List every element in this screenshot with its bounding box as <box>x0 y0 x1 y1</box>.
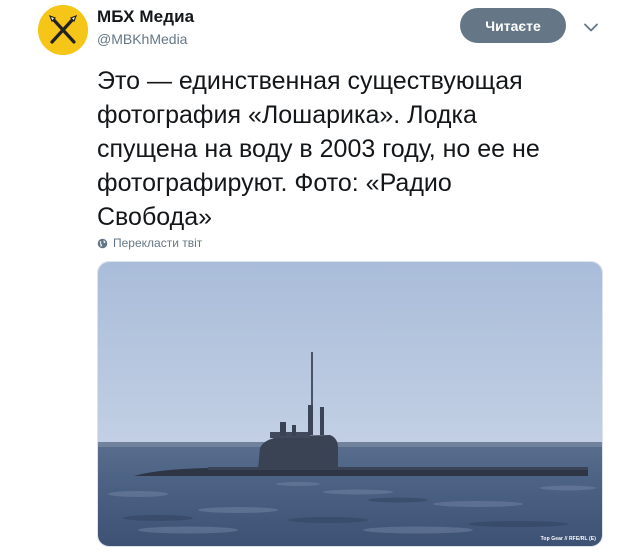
display-name[interactable]: МБХ Медиа <box>97 7 194 27</box>
account-handle[interactable]: @MBKhMedia <box>97 31 187 47</box>
tweet-photo[interactable]: Top Gear // RFE/RL (E) <box>97 261 603 547</box>
tweet-menu-button[interactable] <box>580 16 602 38</box>
translate-label: Перекласти твіт <box>113 236 203 250</box>
crossed-pens-logo <box>38 5 88 55</box>
tweet-text: Это — единственная существующая фотограф… <box>97 67 540 231</box>
chevron-down-icon <box>584 23 598 31</box>
translate-tweet-link[interactable]: Перекласти твіт <box>97 236 202 250</box>
photo-credit: Top Gear // RFE/RL (E) <box>540 536 596 542</box>
avatar[interactable] <box>38 5 88 55</box>
globe-icon <box>97 238 108 248</box>
submarine-photo <box>98 262 602 546</box>
following-button[interactable]: Читаєте <box>460 8 566 43</box>
